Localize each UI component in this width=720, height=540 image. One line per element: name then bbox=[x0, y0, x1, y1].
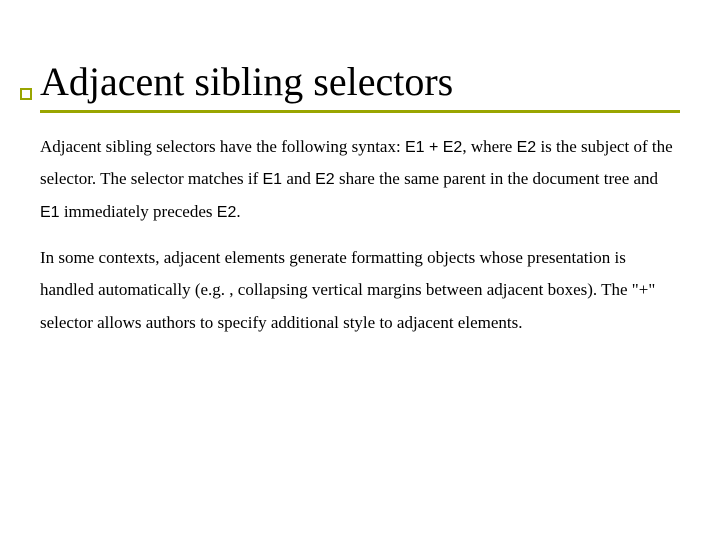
code-e1-b: E1 bbox=[40, 204, 60, 221]
title-bullet-icon bbox=[20, 88, 32, 100]
p1-text-1: Adjacent sibling selectors have the foll… bbox=[40, 137, 405, 156]
title-divider bbox=[40, 110, 680, 113]
code-e2-c: E2 bbox=[217, 204, 237, 221]
paragraph-1: Adjacent sibling selectors have the foll… bbox=[40, 131, 680, 228]
slide-title: Adjacent sibling selectors bbox=[40, 60, 680, 104]
slide: Adjacent sibling selectors Adjacent sibl… bbox=[0, 0, 720, 540]
code-e2-a: E2 bbox=[517, 139, 537, 156]
p1-text-5: share the same parent in the document tr… bbox=[335, 169, 658, 188]
paragraph-2: In some contexts, adjacent elements gene… bbox=[40, 242, 680, 339]
code-e1-a: E1 bbox=[263, 171, 283, 188]
p1-text-6: immediately precedes bbox=[60, 202, 217, 221]
p1-text-2: , where bbox=[462, 137, 516, 156]
code-e2-b: E2 bbox=[315, 171, 335, 188]
p1-text-4: and bbox=[282, 169, 315, 188]
p1-text-7: . bbox=[236, 202, 240, 221]
code-e1-plus-e2: E1 + E2 bbox=[405, 139, 462, 156]
slide-body: Adjacent sibling selectors have the foll… bbox=[40, 131, 680, 339]
